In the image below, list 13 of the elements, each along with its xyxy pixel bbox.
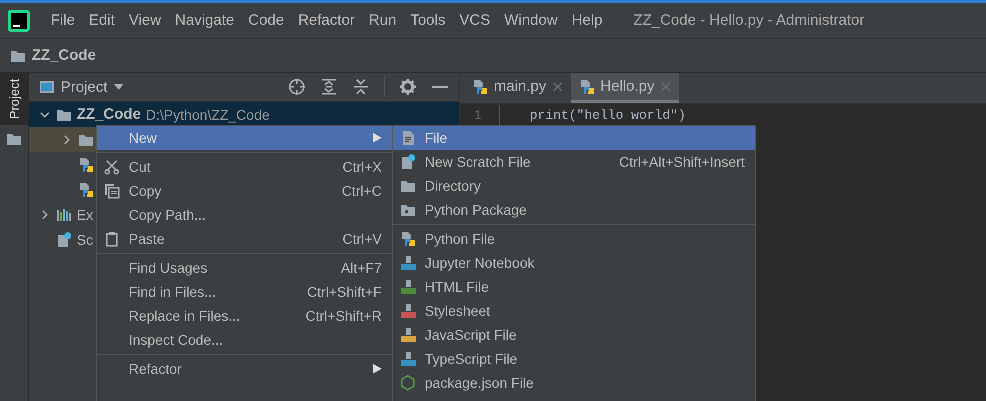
shortcut-label: Ctrl+V [342,231,382,247]
tree-label: Ex [77,206,94,222]
shortcut-label: Ctrl+Shift+F [306,284,382,300]
code-line: print("hello world") [529,108,686,122]
shortcut-label: Ctrl+Alt+Shift+Insert [618,154,745,170]
tree-label: ZZ_Code [77,106,142,123]
shortcut-label: Alt+F7 [340,260,382,276]
tree-label: Sc [77,232,94,248]
shortcut-label: Ctrl+Shift+R [304,308,382,324]
shortcut-label: Ctrl+X [342,159,382,175]
path-hint: D:\Python\ZZ_Code [146,106,270,122]
window-title: ZZ_Code - Hello.py - Administrator [634,12,865,29]
shortcut-label: Ctrl+C [340,183,382,199]
